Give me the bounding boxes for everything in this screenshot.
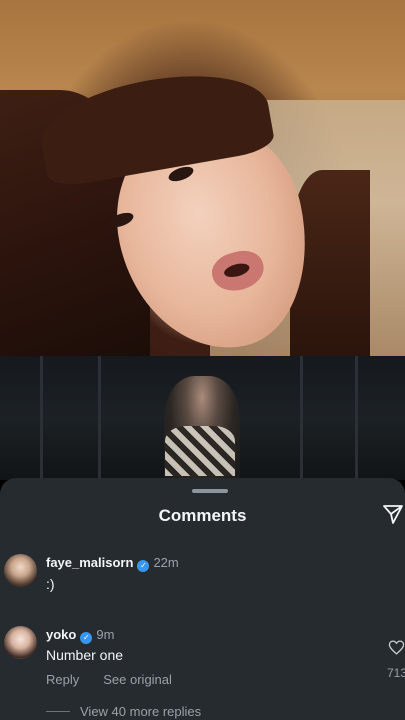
view-more-replies-label[interactable]: View 40 more replies — [80, 704, 201, 719]
see-original-button[interactable]: See original — [103, 672, 172, 687]
view-more-replies[interactable]: View 40 more replies — [46, 704, 201, 719]
comment-meta: faye_malisorn ✓ 22m — [46, 555, 179, 572]
comment-time: 9m — [96, 627, 115, 642]
reply-button[interactable]: Reply — [46, 672, 79, 687]
comment-meta: yoko ✓ 9m — [46, 627, 114, 644]
comment-actions: Reply See original — [46, 672, 196, 687]
comment-text: Number one — [46, 647, 124, 663]
heart-icon[interactable] — [388, 639, 405, 656]
avatar[interactable] — [4, 554, 37, 587]
background-pillar — [355, 356, 358, 480]
background-pillar — [40, 356, 43, 480]
comment-text: :) — [46, 576, 55, 592]
video-frame-bottom[interactable] — [0, 356, 405, 480]
background-pillar — [98, 356, 101, 480]
reel-screen: Comments faye_malisorn ✓ 22m :) yoko ✓ 9m Nu… — [0, 0, 405, 720]
replies-divider — [46, 711, 70, 712]
comment-time: 22m — [153, 555, 179, 570]
patterned-scarf — [165, 426, 235, 476]
verified-badge-icon: ✓ — [137, 560, 150, 572]
background-pillar — [300, 356, 303, 480]
comments-sheet: Comments faye_malisorn ✓ 22m :) yoko ✓ 9m Nu… — [0, 478, 405, 720]
comment-username[interactable]: faye_malisorn — [46, 555, 133, 570]
drag-handle[interactable] — [192, 489, 228, 493]
send-icon[interactable] — [381, 502, 405, 526]
avatar[interactable] — [4, 626, 37, 659]
like-count: 713 — [387, 666, 405, 680]
verified-badge-icon: ✓ — [80, 632, 93, 644]
video-frame-top[interactable] — [0, 0, 405, 356]
comment-username[interactable]: yoko — [46, 627, 76, 642]
comments-title: Comments — [158, 506, 247, 525]
